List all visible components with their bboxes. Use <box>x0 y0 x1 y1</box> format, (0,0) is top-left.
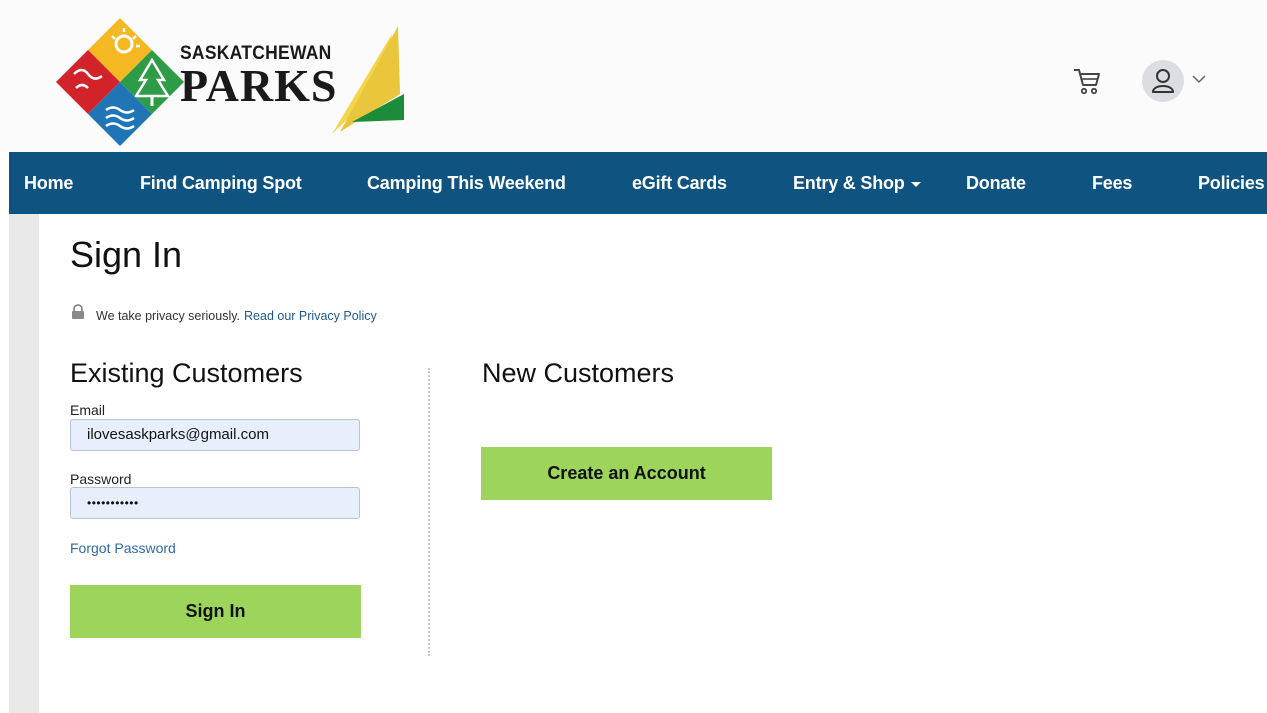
caret-down-icon <box>910 181 921 187</box>
saskatchewan-parks-logo[interactable]: SASKATCHEWAN PARKS <box>52 14 412 146</box>
nav-item-policies[interactable]: Policies <box>1198 152 1265 214</box>
nav-item-find-camping-spot[interactable]: Find Camping Spot <box>140 152 302 214</box>
email-field[interactable]: ilovesaskparks@gmail.com <box>70 419 360 451</box>
chevron-down-icon <box>1192 75 1206 84</box>
cart-icon <box>1074 69 1100 95</box>
logo-wordmark: SASKATCHEWAN PARKS <box>180 43 345 111</box>
nav-item-camping-this-weekend[interactable]: Camping This Weekend <box>367 152 566 214</box>
privacy-text: We take privacy seriously. <box>96 309 241 323</box>
create-account-button[interactable]: Create an Account <box>481 447 772 500</box>
logo-line2: PARKS <box>180 60 338 111</box>
sign-in-button[interactable]: Sign In <box>70 585 361 638</box>
email-label: Email <box>70 402 106 418</box>
lock-icon <box>72 304 84 319</box>
logo-line1: SASKATCHEWAN <box>180 43 332 64</box>
user-icon <box>1152 69 1174 93</box>
nav-item-donate[interactable]: Donate <box>966 152 1026 214</box>
nav-item-home[interactable]: Home <box>24 152 73 214</box>
cart-button[interactable] <box>1070 64 1104 98</box>
privacy-policy-link[interactable]: Read our Privacy Policy <box>244 309 377 323</box>
privacy-notice: We take privacy seriously. Read our Priv… <box>70 304 377 324</box>
site-header: SASKATCHEWAN PARKS <box>0 0 1267 152</box>
nav-item-egift-cards[interactable]: eGift Cards <box>632 152 727 214</box>
password-label: Password <box>70 471 132 487</box>
account-menu-button[interactable] <box>1142 60 1214 102</box>
main-nav: Home Find Camping Spot Camping This Week… <box>9 152 1267 214</box>
nav-item-entry-shop-label: Entry & Shop <box>793 173 905 193</box>
avatar <box>1142 60 1184 102</box>
new-customers-title: New Customers <box>482 358 675 388</box>
forgot-password-link[interactable]: Forgot Password <box>70 540 176 556</box>
nav-item-fees[interactable]: Fees <box>1092 152 1132 214</box>
page-title: Sign In <box>70 234 183 275</box>
column-divider <box>428 368 430 656</box>
side-strip <box>9 214 39 713</box>
password-field[interactable]: ••••••••••• <box>70 487 360 519</box>
existing-customers-title: Existing Customers <box>70 358 303 388</box>
nav-item-entry-shop[interactable]: Entry & Shop <box>793 152 921 214</box>
